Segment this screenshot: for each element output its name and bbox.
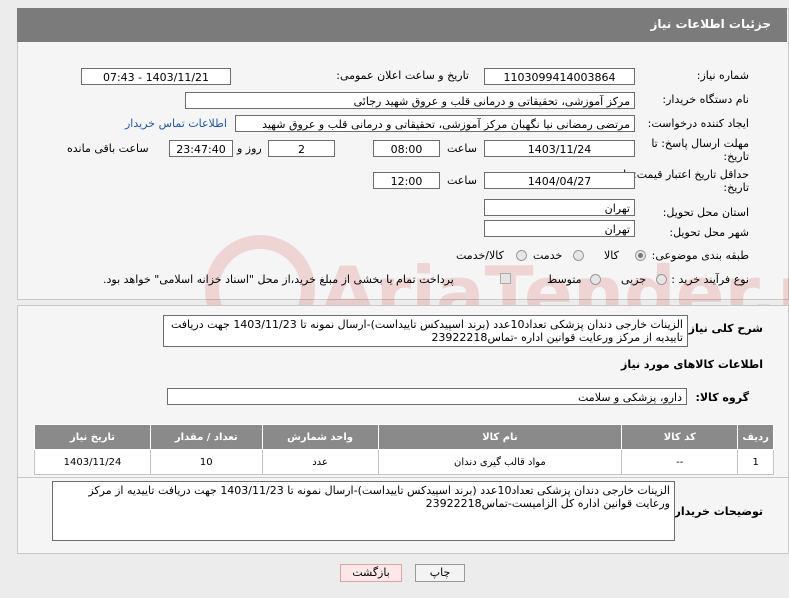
col-unit: واحد شمارش xyxy=(261,424,379,450)
general-description-label: شرح کلی نیاز: xyxy=(684,322,763,335)
quantity-cell: 10 xyxy=(149,449,263,475)
category-label: طبقه بندی موضوعی: xyxy=(651,249,749,262)
request-creator-label: ایجاد کننده درخواست: xyxy=(647,117,749,130)
buyer-notes-textarea[interactable]: الزینات خارجی دندان پزشکی تعداد10عدد (بر… xyxy=(52,481,675,541)
print-button[interactable]: چاپ xyxy=(415,564,465,582)
deadline-date-field: 1403/11/24 xyxy=(484,140,635,157)
buyer-contact-link[interactable]: اطلاعات تماس خریدار xyxy=(125,117,227,130)
price-validity-date-field: 1404/04/27 xyxy=(484,172,635,189)
col-need-date: تاریخ نیاز xyxy=(34,424,151,450)
item-name-cell: مواد قالب گیری دندان xyxy=(377,449,623,475)
request-creator-field: مرتضی رمضانی نیا نگهبان مرکز آموزشی، تحق… xyxy=(235,115,635,132)
category-service-label: خدمت xyxy=(533,249,563,262)
price-validity-time-label: ساعت xyxy=(447,174,477,187)
need-number-field: 1103099414003864 xyxy=(484,68,635,85)
remaining-time-label: ساعت باقی مانده xyxy=(67,142,149,155)
col-row-number: ردیف xyxy=(737,424,774,450)
purchase-type-label: نوع فرآیند خرید : xyxy=(671,273,749,286)
goods-table-header: ردیف کد کالا نام کالا واحد شمارش تعداد /… xyxy=(34,424,774,450)
category-goods-radio[interactable] xyxy=(635,250,646,261)
treasury-payment-checkbox[interactable] xyxy=(500,273,511,284)
category-service-radio[interactable] xyxy=(573,250,584,261)
page-title: جزئیات اطلاعات نیاز xyxy=(650,17,771,31)
price-validity-time-field: 12:00 xyxy=(373,172,440,189)
goods-section-title: اطلاعات کالاهای مورد نیاز xyxy=(621,358,763,371)
page-header: جزئیات اطلاعات نیاز xyxy=(17,8,787,42)
deadline-label: مهلت ارسال پاسخ: تا xyxy=(651,137,749,150)
buyer-name-field: مرکز آموزشی، تحقیقاتی و درمانی قلب و عرو… xyxy=(185,92,635,109)
days-remaining-field: 2 xyxy=(268,140,335,157)
general-description-textarea[interactable]: الزینات خارجی دندان پزشکی تعداد10عدد (بر… xyxy=(163,315,688,347)
need-date-cell: 1403/11/24 xyxy=(34,449,151,475)
city-label: شهر محل تحویل: xyxy=(669,226,749,239)
category-both-label: کالا/خدمت xyxy=(456,249,504,262)
col-item-name: نام کالا xyxy=(377,424,623,450)
deadline-time-field: 08:00 xyxy=(373,140,440,157)
row-number-cell: 1 xyxy=(737,449,774,475)
goods-group-label: گروه کالا: xyxy=(695,391,749,404)
announce-date-label: تاریخ و ساعت اعلان عمومی: xyxy=(336,69,469,82)
province-field: تهران xyxy=(484,199,635,216)
price-validity-label: حداقل تاریخ اعتبار قیمت: تا xyxy=(623,168,749,181)
category-goods-label: کالا xyxy=(604,249,619,262)
deadline-date-label: تاریخ: xyxy=(723,150,749,163)
buyer-notes-label: توضیحات خریدار: xyxy=(670,505,763,518)
purchase-medium-label: متوسط xyxy=(547,273,582,286)
purchase-minor-label: جزیی xyxy=(621,273,647,286)
buyer-name-label: نام دستگاه خریدار: xyxy=(662,93,749,106)
goods-group-field: دارو، پزشکی و سلامت xyxy=(167,388,687,405)
days-label: روز و xyxy=(237,142,262,155)
col-quantity: تعداد / مقدار xyxy=(149,424,263,450)
unit-cell: عدد xyxy=(261,449,379,475)
item-code-cell: -- xyxy=(621,449,739,475)
purchase-minor-radio[interactable] xyxy=(656,274,667,285)
back-button[interactable]: بازگشت xyxy=(340,564,402,582)
need-number-label: شماره نیاز: xyxy=(696,69,749,82)
city-field: تهران xyxy=(484,220,635,237)
col-item-code: کد کالا xyxy=(621,424,739,450)
deadline-time-label: ساعت xyxy=(447,142,477,155)
table-row[interactable]: 1 -- مواد قالب گیری دندان عدد 10 1403/11… xyxy=(34,449,774,475)
goods-table: ردیف کد کالا نام کالا واحد شمارش تعداد /… xyxy=(34,424,774,475)
category-both-radio[interactable] xyxy=(516,250,527,261)
purchase-medium-radio[interactable] xyxy=(590,274,601,285)
province-label: استان محل تحویل: xyxy=(662,206,749,219)
treasury-payment-note: پرداخت تمام یا بخشی از مبلغ خرید،از محل … xyxy=(103,273,454,286)
remaining-time-field: 23:47:40 xyxy=(169,140,233,157)
announce-date-field: 1403/11/21 - 07:43 xyxy=(81,68,231,85)
price-validity-date-label: تاریخ: xyxy=(723,181,749,194)
